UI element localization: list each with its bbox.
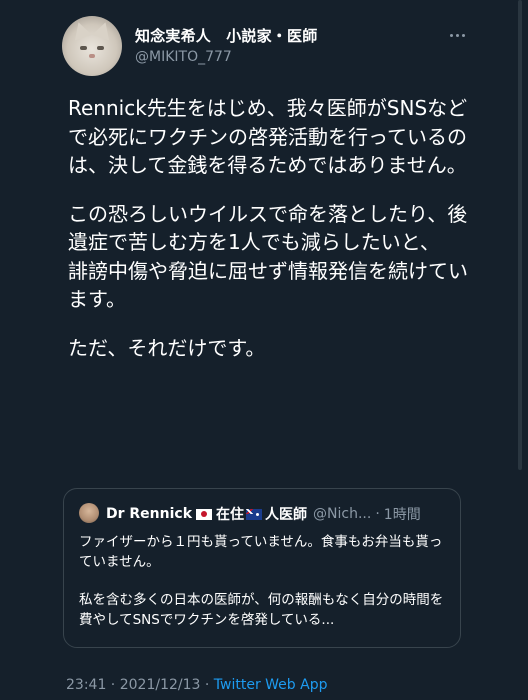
scrollbar[interactable] bbox=[518, 0, 522, 470]
separator-dot: · bbox=[200, 677, 214, 693]
tweet-paragraph: Rennick先生をはじめ、我々医師がSNSなどで必死にワクチンの啓発活動を行っ… bbox=[68, 96, 468, 177]
cat-eye-right bbox=[97, 46, 104, 50]
quoted-author-name-suffix2: 人医師 bbox=[265, 507, 308, 523]
tweet-paragraph: この恐ろしいウイルスで命を落としたり、後遺症で苦しむ方を1人でも減らしたいと、 bbox=[68, 201, 468, 255]
cat-eye-left bbox=[80, 46, 87, 50]
quoted-author-name: Dr Rennick bbox=[106, 506, 193, 522]
author-avatar[interactable] bbox=[62, 16, 122, 76]
quoted-tweet-text: ファイザーから１円も貰っていません。食事もお弁当も貰っていません。 私を含む多く… bbox=[79, 533, 449, 630]
separator-dot: · bbox=[375, 506, 380, 522]
cat-ear-right bbox=[91, 19, 115, 41]
tweet-client[interactable]: Twitter Web App bbox=[214, 677, 328, 693]
tweet-text: Rennick先生をはじめ、我々医師がSNSなどで必死にワクチンの啓発活動を行っ… bbox=[68, 94, 468, 362]
quoted-author-avatar bbox=[79, 503, 99, 523]
tweet-date[interactable]: 2021/12/13 bbox=[120, 677, 201, 693]
tweet-meta: 23:41 · 2021/12/13 · Twitter Web App bbox=[66, 677, 327, 693]
tweet-time[interactable]: 23:41 bbox=[66, 677, 106, 693]
tweet-paragraph: ただ、それだけです。 bbox=[68, 335, 266, 360]
quoted-paragraph: ファイザーから１円も貰っていません。食事もお弁当も貰っていません。 bbox=[79, 534, 443, 570]
japan-flag-icon bbox=[196, 508, 213, 520]
author-display-name[interactable]: 知念実希人 小説家・医師 bbox=[135, 25, 317, 46]
quoted-paragraph: 私を含む多くの日本の医師が、何の報酬もなく自分の時間を費やしてSNSでワクチンを… bbox=[79, 592, 444, 628]
australia-flag-icon bbox=[246, 508, 263, 520]
separator-dot: · bbox=[106, 677, 120, 693]
author-handle[interactable]: @MIKITO_777 bbox=[135, 49, 232, 65]
cat-nose bbox=[89, 54, 95, 58]
tweet-paragraph: 誹謗中傷や脅迫に屈せず情報発信を続けています。 bbox=[68, 258, 468, 312]
more-horizontal-icon[interactable] bbox=[444, 26, 470, 44]
quoted-author-name-suffix: 在住 bbox=[216, 507, 245, 523]
quoted-tweet-time: 1時間 bbox=[383, 507, 421, 523]
cat-ear-left bbox=[69, 19, 93, 41]
quoted-author-handle: @Nich... bbox=[313, 506, 372, 522]
quoted-tweet[interactable]: Dr Rennick 在住 人医師 @Nich... · 1時間 ファイザーから… bbox=[63, 488, 461, 648]
tweet-detail: 知念実希人 小説家・医師 @MIKITO_777 Rennick先生をはじめ、我… bbox=[0, 0, 528, 700]
quoted-tweet-header: Dr Rennick 在住 人医師 @Nich... · 1時間 bbox=[106, 504, 421, 524]
